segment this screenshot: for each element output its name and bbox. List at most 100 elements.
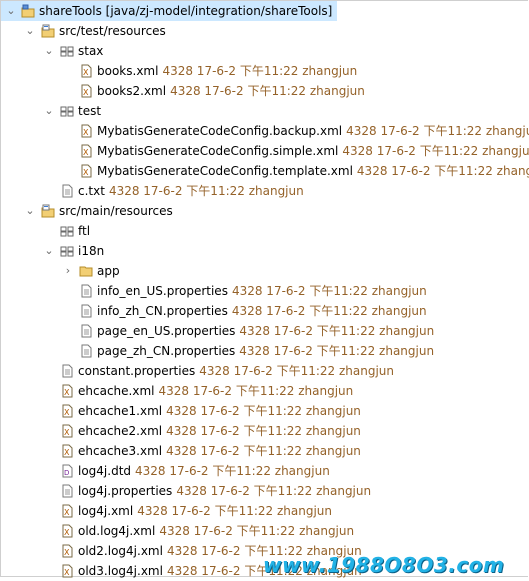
svg-text:X: X	[64, 408, 70, 417]
java-project-icon	[21, 4, 35, 18]
item-metadata: 4328 17-6-2 下午11:22 zhangjun	[166, 444, 361, 458]
item-metadata: 4328 17-6-2 下午11:22 zhangjun	[108, 184, 304, 198]
item-metadata: 4328 17-6-2 下午11:22 zhangjun	[170, 84, 365, 98]
item-name: test	[78, 104, 102, 118]
tree-item-label: page_en_US.properties 4328 17-6-2 下午11:22…	[97, 321, 434, 341]
file-icon	[62, 364, 73, 378]
tree-item-label: constant.properties 4328 17-6-2 下午11:22 z…	[78, 361, 394, 381]
xml-file-icon: X	[62, 424, 73, 438]
xml-file-icon: X	[62, 564, 73, 578]
tree-item-label: test	[78, 101, 101, 121]
item-metadata: 4328 17-6-2 下午11:22 zhangjun	[199, 364, 395, 378]
xml-file-icon: X	[62, 524, 73, 538]
item-metadata: 4328 17-6-2 下午11:22 zhangjun	[239, 344, 435, 358]
tree-item-label: info_en_US.properties 4328 17-6-2 下午11:22…	[97, 281, 427, 301]
item-name: src/test/resources	[59, 24, 166, 38]
chevron-down-icon[interactable]: ⌄	[43, 41, 55, 61]
svg-text:X: X	[64, 428, 70, 437]
tree-item-label: ehcache1.xml 4328 17-6-2 下午11:22 zhangjun	[78, 401, 361, 421]
item-metadata: 4328 17-6-2 下午11:22 zhangjun	[231, 284, 427, 298]
tree-item-label: app	[97, 261, 120, 281]
item-name: i18n	[78, 244, 105, 258]
package-icon	[60, 226, 74, 237]
file-icon	[81, 284, 92, 298]
item-metadata: 4328 17-6-2 下午11:22 zhangjur	[342, 144, 529, 158]
source-folder-icon	[41, 24, 55, 38]
item-name: ehcache.xml	[78, 384, 155, 398]
package-icon	[60, 106, 74, 117]
tree-item-label: ehcache.xml 4328 17-6-2 下午11:22 zhangjun	[78, 381, 353, 401]
svg-text:X: X	[83, 148, 89, 157]
xml-file-icon: X	[81, 164, 92, 178]
svg-text:X: X	[64, 448, 70, 457]
item-metadata: 4328 17-6-2 下午11:22 zhangjun	[159, 524, 355, 538]
item-name: old3.log4j.xml	[78, 564, 163, 578]
package-icon	[60, 46, 74, 57]
file-icon	[62, 184, 73, 198]
file-icon	[62, 484, 73, 498]
svg-text:X: X	[64, 528, 70, 537]
xml-file-icon: X	[81, 124, 92, 138]
xml-file-icon: X	[81, 144, 92, 158]
tree-item-label: i18n	[78, 241, 104, 261]
item-name: ftl	[78, 224, 91, 238]
package-explorer-tree: ⌄ shareTools [java/zj-model/integration/…	[0, 0, 529, 578]
chevron-down-icon[interactable]: ⌄	[43, 241, 55, 261]
tree-item-label: ehcache2.xml 4328 17-6-2 下午11:22 zhangjun	[78, 421, 361, 441]
svg-text:X: X	[64, 388, 70, 397]
svg-text:X: X	[64, 508, 70, 517]
svg-text:D: D	[64, 469, 69, 477]
tree-item-label: MybatisGenerateCodeConfig.simple.xml 4328…	[97, 141, 529, 161]
tree-item-label: ehcache3.xml 4328 17-6-2 下午11:22 zhangjun	[78, 441, 361, 461]
tree-item-label: MybatisGenerateCodeConfig.template.xml 43…	[97, 161, 529, 181]
item-name: books2.xml	[97, 84, 167, 98]
item-name: log4j.xml	[78, 504, 134, 518]
item-name: ehcache2.xml	[78, 424, 163, 438]
file-icon	[81, 344, 92, 358]
watermark: www.1988O8O3.com	[263, 553, 505, 577]
xml-file-icon: X	[81, 64, 92, 78]
chevron-right-icon[interactable]: ›	[62, 261, 74, 281]
xml-file-icon: X	[62, 444, 73, 458]
svg-text:X: X	[83, 168, 89, 177]
chevron-down-icon[interactable]: ⌄	[5, 1, 17, 21]
item-name: ehcache3.xml	[78, 444, 163, 458]
item-name: page_en_US.properties	[97, 324, 236, 338]
item-name: constant.properties	[78, 364, 196, 378]
tree-item-label: books2.xml 4328 17-6-2 下午11:22 zhangjun	[97, 81, 365, 101]
item-name: MybatisGenerateCodeConfig.template.xml	[97, 164, 353, 178]
svg-text:X: X	[64, 568, 70, 577]
tree-item-label: page_zh_CN.properties 4328 17-6-2 下午11:22…	[97, 341, 434, 361]
item-name: src/main/resources	[59, 204, 173, 218]
item-metadata: 4328 17-6-2 下午11:22 zhang	[356, 164, 529, 178]
tree-item-label: log4j.properties 4328 17-6-2 下午11:22 zhan…	[78, 481, 371, 501]
tree-item-label: src/test/resources	[59, 21, 166, 41]
item-name: info_en_US.properties	[97, 284, 228, 298]
item-metadata: 4328 17-6-2 下午11:22 zhangju	[346, 124, 529, 138]
item-metadata: 4328 17-6-2 下午11:22 zhangjun	[231, 304, 427, 318]
tree-item-label: c.txt 4328 17-6-2 下午11:22 zhangjun	[78, 181, 304, 201]
tree-item-project[interactable]: ⌄ shareTools [java/zj-model/integration/…	[1, 1, 337, 21]
item-name: log4j.dtd	[78, 464, 132, 478]
chevron-down-icon[interactable]: ⌄	[24, 21, 36, 41]
chevron-down-icon[interactable]: ⌄	[24, 201, 36, 221]
file-icon	[81, 324, 92, 338]
xml-file-icon: X	[62, 384, 73, 398]
xml-file-icon: X	[62, 504, 73, 518]
source-folder-icon	[41, 204, 55, 218]
xml-file-icon: X	[62, 544, 73, 558]
tree-item-label: old.log4j.xml 4328 17-6-2 下午11:22 zhangju…	[78, 521, 354, 541]
item-metadata: 4328 17-6-2 下午11:22 zhangjun	[239, 324, 435, 338]
item-name: MybatisGenerateCodeConfig.simple.xml	[97, 144, 339, 158]
dtd-file-icon: D	[62, 464, 73, 478]
item-name: page_zh_CN.properties	[97, 344, 236, 358]
item-metadata: 4328 17-6-2 下午11:22 zhangjun	[166, 424, 361, 438]
tree-item-label: ftl	[78, 221, 90, 241]
item-name: c.txt	[78, 184, 105, 198]
item-name: old2.log4j.xml	[78, 544, 163, 558]
xml-file-icon: X	[62, 404, 73, 418]
tree-item-label: MybatisGenerateCodeConfig.backup.xml 4328…	[97, 121, 529, 141]
chevron-down-icon[interactable]: ⌄	[43, 101, 55, 121]
xml-file-icon: X	[81, 84, 92, 98]
package-icon	[60, 246, 74, 257]
